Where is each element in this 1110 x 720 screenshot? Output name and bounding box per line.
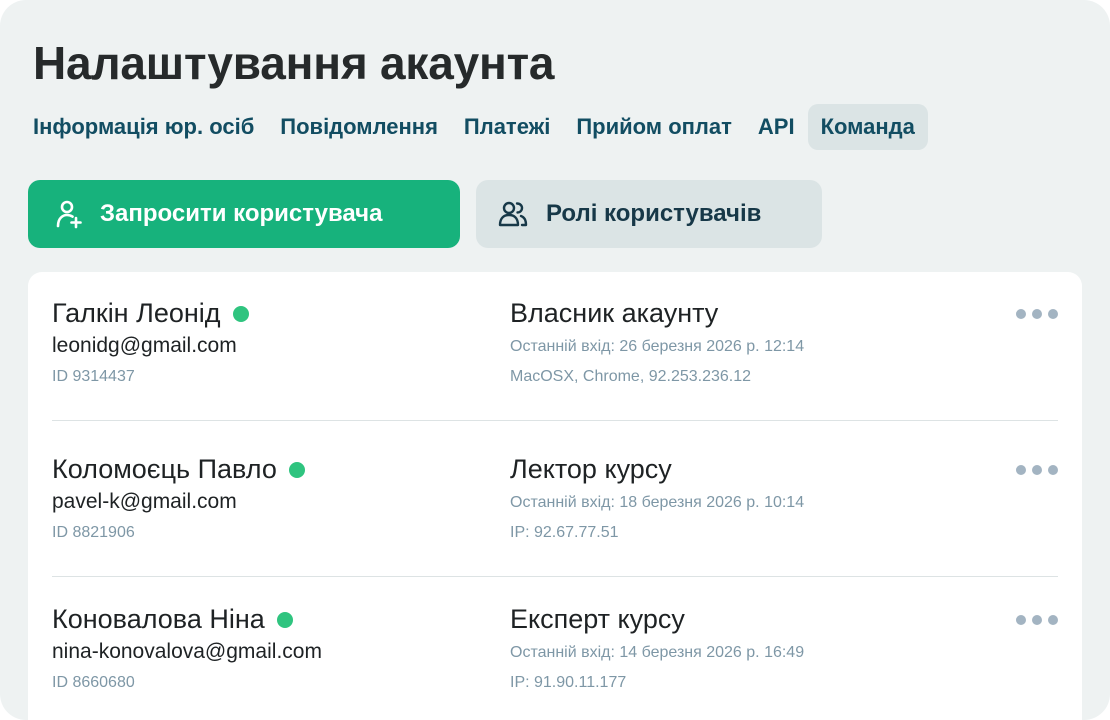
tab-notifications[interactable]: Повідомлення [267, 104, 451, 150]
device-info: IP: 92.67.77.51 [510, 524, 619, 541]
team-members-list: Галкін Леонід leonidg@gmail.com ID 93144… [28, 272, 1082, 720]
device-info: MacOSX, Chrome, 92.253.236.12 [510, 368, 752, 385]
more-dots-icon [1032, 465, 1042, 475]
device-info: IP: 91.90.11.177 [510, 674, 627, 691]
user-id: ID 8660680 [52, 674, 135, 691]
user-name: Коновалова Ніна [52, 604, 265, 634]
tab-payments[interactable]: Платежі [451, 104, 563, 150]
list-item: Коломоєць Павло pavel-k@gmail.com ID 882… [52, 454, 1058, 554]
user-name-line: Галкін Леонід [52, 298, 249, 329]
more-dots-icon [1016, 615, 1026, 625]
user-role: Лектор курсу [510, 454, 672, 484]
user-name: Галкін Леонід [52, 298, 221, 328]
user-id: ID 9314437 [52, 368, 135, 385]
more-dots-icon [1016, 465, 1026, 475]
divider [52, 576, 1058, 577]
user-name-line: Коломоєць Павло [52, 454, 305, 485]
tab-api[interactable]: API [745, 104, 808, 150]
users-icon [498, 199, 528, 229]
invite-user-label: Запросити користувача [100, 200, 383, 227]
more-dots-icon [1032, 309, 1042, 319]
more-options-button[interactable] [1016, 462, 1058, 478]
user-name-line: Коновалова Ніна [52, 604, 293, 635]
user-name: Коломоєць Павло [52, 454, 277, 484]
divider [52, 420, 1058, 421]
user-id: ID 8821906 [52, 524, 135, 541]
online-status-indicator [288, 461, 305, 478]
invite-user-button[interactable]: Запросити користувача [28, 180, 460, 248]
user-email: pavel-k@gmail.com [52, 490, 237, 513]
tab-legal-entities[interactable]: Інформація юр. осіб [20, 104, 267, 150]
last-login: Останній вхід: 14 березня 2026 р. 16:49 [510, 644, 805, 661]
user-plus-icon [54, 199, 84, 229]
more-dots-icon [1048, 309, 1058, 319]
user-role: Експерт курсу [510, 604, 685, 634]
page-title: Налаштування акаунта [33, 37, 555, 89]
user-email: nina-konovalova@gmail.com [52, 640, 322, 663]
tab-team[interactable]: Команда [807, 104, 928, 150]
online-status-indicator [232, 305, 249, 322]
more-dots-icon [1016, 309, 1026, 319]
user-roles-button[interactable]: Ролі користувачів [476, 180, 822, 248]
user-email: leonidg@gmail.com [52, 334, 237, 357]
user-role: Власник акаунту [510, 298, 719, 328]
more-options-button[interactable] [1016, 306, 1058, 322]
more-dots-icon [1032, 615, 1042, 625]
user-roles-label: Ролі користувачів [546, 200, 762, 227]
more-dots-icon [1048, 465, 1058, 475]
last-login: Останній вхід: 26 березня 2026 р. 12:14 [510, 338, 805, 355]
list-item: Коновалова Ніна nina-konovalova@gmail.co… [52, 604, 1058, 704]
account-settings-window: Налаштування акаунта Інформація юр. осіб… [0, 0, 1110, 720]
settings-tabs: Інформація юр. осіб Повідомлення Платежі… [20, 104, 928, 150]
last-login: Останній вхід: 18 березня 2026 р. 10:14 [510, 494, 805, 511]
more-dots-icon [1048, 615, 1058, 625]
online-status-indicator [276, 611, 293, 628]
tab-payment-acceptance[interactable]: Прийом оплат [563, 104, 745, 150]
more-options-button[interactable] [1016, 612, 1058, 628]
list-item: Галкін Леонід leonidg@gmail.com ID 93144… [52, 298, 1058, 398]
